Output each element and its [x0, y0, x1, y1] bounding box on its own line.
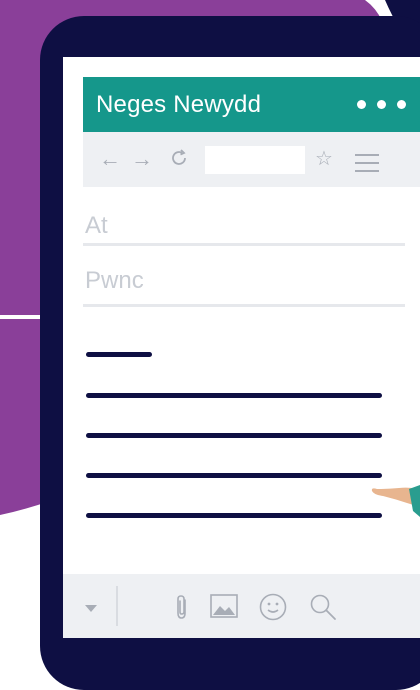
- subject-field[interactable]: Pwnc: [85, 267, 144, 295]
- message-body-line[interactable]: [86, 393, 382, 398]
- image-icon[interactable]: [210, 594, 238, 623]
- message-body-line[interactable]: [86, 352, 152, 357]
- paperclip-icon[interactable]: [175, 594, 189, 625]
- reload-svg: [172, 149, 186, 165]
- message-body-line[interactable]: [86, 473, 382, 478]
- phone-screen: Neges Newydd ← → ☆ At Pwnc: [63, 57, 420, 638]
- browser-toolbar: ← → ☆: [83, 132, 420, 187]
- compose-title: Neges Newydd: [96, 90, 262, 118]
- reload-icon[interactable]: [169, 148, 189, 174]
- to-field-underline: [83, 243, 405, 246]
- search-svg: [310, 594, 336, 620]
- more-dots-icon[interactable]: [357, 100, 406, 109]
- paperclip-svg: [177, 595, 186, 619]
- arrow-left-icon[interactable]: ←: [99, 146, 121, 172]
- arrow-right-icon[interactable]: →: [131, 146, 153, 172]
- message-body-line[interactable]: [86, 433, 382, 438]
- message-body-line[interactable]: [86, 513, 382, 518]
- hamburger-svg: [355, 154, 379, 172]
- hamburger-menu-icon[interactable]: [355, 152, 379, 178]
- dot: [397, 100, 406, 109]
- dot: [377, 100, 386, 109]
- caret-svg: [85, 605, 97, 612]
- hand-illustration: [371, 485, 420, 517]
- caret-down-icon[interactable]: [85, 600, 97, 618]
- address-bar[interactable]: [205, 146, 305, 174]
- compose-bottom-toolbar: [63, 574, 420, 638]
- subject-field-underline: [83, 304, 405, 307]
- compose-header: Neges Newydd: [83, 77, 420, 132]
- toolbar-divider: [116, 586, 118, 626]
- to-field[interactable]: At: [85, 212, 108, 240]
- star-icon[interactable]: ☆: [315, 146, 333, 172]
- smiley-svg: [259, 593, 287, 621]
- image-svg: [210, 594, 238, 618]
- dot: [357, 100, 366, 109]
- search-icon[interactable]: [309, 593, 337, 626]
- smiley-icon[interactable]: [259, 593, 287, 626]
